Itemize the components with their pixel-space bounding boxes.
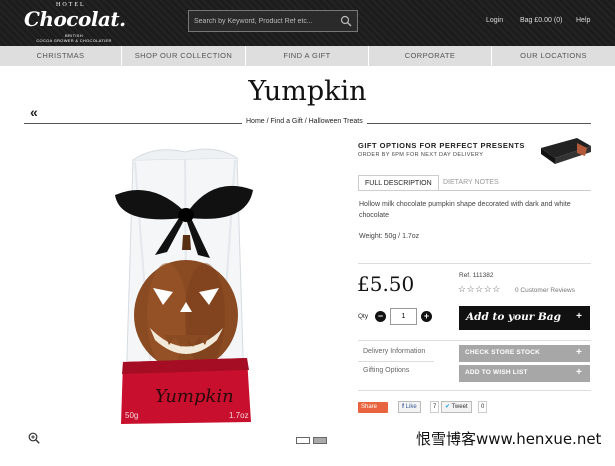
nav-item-find-a-gift[interactable]: FIND A GIFT (246, 46, 369, 66)
qty-increase-button[interactable]: + (421, 311, 432, 322)
add-to-wish-list-button[interactable]: ADD TO WISH LIST + (459, 365, 590, 382)
help-link[interactable]: Help (576, 17, 590, 24)
breadcrumb[interactable]: Home / Find a Gift / Halloween Treats (242, 118, 367, 125)
check-store-stock-label: CHECK STORE STOCK (465, 349, 541, 356)
gift-options-subtitle: ORDER BY 6PM FOR NEXT DAY DELIVERY (358, 152, 484, 158)
facebook-like-button[interactable]: f Like (398, 401, 421, 413)
info-divider (358, 361, 434, 362)
box-weight-right: 1.7oz (229, 411, 249, 420)
plus-icon: + (575, 347, 582, 358)
gifting-options-link[interactable]: Gifting Options (363, 367, 409, 374)
product-image[interactable]: Yumpkin 50g 1.7oz (95, 140, 275, 430)
tweet-label: Tweet (451, 404, 468, 410)
watermark-text: 恨雪博客www.henxue.net (416, 430, 602, 448)
image-thumbnail-2[interactable] (313, 437, 327, 444)
price-divider (358, 263, 591, 264)
nav-item-shop-our-collection[interactable]: SHOP OUR COLLECTION (122, 46, 246, 66)
tab-dietary-notes[interactable]: DIETARY NOTES (437, 175, 505, 191)
tabs-divider (358, 190, 591, 191)
gift-options-title: GIFT OPTIONS FOR PERFECT PRESENTS (358, 141, 525, 150)
actions-divider (358, 340, 591, 341)
tab-full-description[interactable]: FULL DESCRIPTION (358, 175, 439, 191)
add-to-bag-label: Add to your Bag (466, 311, 561, 323)
zoom-icon[interactable] (28, 432, 40, 444)
gift-box-image[interactable] (537, 134, 593, 168)
plus-icon: + (575, 367, 582, 378)
nav-item-christmas[interactable]: CHRISTMAS (0, 46, 122, 66)
image-thumbnail-1[interactable] (296, 437, 310, 444)
twitter-icon: ✔ (445, 404, 451, 410)
logo-tagline: BRITISH COCOA GROWER & CHOCOLATIER (34, 33, 114, 43)
login-link[interactable]: Login (486, 17, 503, 24)
main-navigation: CHRISTMAS SHOP OUR COLLECTION FIND A GIF… (0, 46, 615, 66)
facebook-icon: f (402, 404, 404, 410)
page-title: Yumpkin (248, 76, 367, 107)
share-label: Share (361, 404, 378, 410)
customer-reviews-link[interactable]: 0 Customer Reviews (515, 287, 575, 294)
box-weight-left: 50g (125, 411, 138, 420)
like-count: 7 (430, 401, 440, 413)
qty-input[interactable] (390, 308, 417, 325)
nav-item-our-locations[interactable]: OUR LOCATIONS (492, 46, 615, 66)
nav-item-corporate[interactable]: CORPORATE (369, 46, 492, 66)
search-input[interactable] (194, 14, 339, 28)
search-icon[interactable] (340, 15, 352, 27)
site-header: HOTEL Chocolat. BRITISH COCOA GROWER & C… (0, 0, 615, 46)
logo-tagline-line-2: COCOA GROWER & CHOCOLATIER (36, 38, 112, 43)
add-to-wish-list-label: ADD TO WISH LIST (465, 369, 528, 376)
box-label-text: Yumpkin (155, 386, 234, 407)
rating-stars-icon[interactable]: ☆☆☆☆☆ (458, 284, 501, 295)
qty-decrease-button[interactable]: − (375, 311, 386, 322)
search-box (188, 10, 358, 32)
like-label: Like (405, 404, 417, 410)
add-to-bag-button[interactable]: Add to your Bag + (459, 306, 590, 330)
product-price: £5.50 (357, 272, 415, 296)
tweet-count: 0 (478, 401, 488, 413)
social-divider (358, 390, 591, 391)
share-button[interactable]: Share (358, 402, 388, 413)
delivery-information-link[interactable]: Delivery Information (363, 348, 425, 355)
tweet-button[interactable]: ✔ Tweet (441, 401, 472, 413)
bag-link[interactable]: Bag £0.00 (0) (520, 17, 562, 24)
product-ref: Ref. 111382 (459, 272, 494, 279)
product-weight: Weight: 50g / 1.7oz (359, 233, 420, 240)
plus-icon: + (576, 311, 582, 322)
qty-label: Qty (358, 313, 369, 320)
product-description: Hollow milk chocolate pumpkin shape deco… (359, 201, 571, 219)
check-store-stock-button[interactable]: CHECK STORE STOCK + (459, 345, 590, 362)
logo-wordmark: Chocolat. (24, 7, 126, 31)
